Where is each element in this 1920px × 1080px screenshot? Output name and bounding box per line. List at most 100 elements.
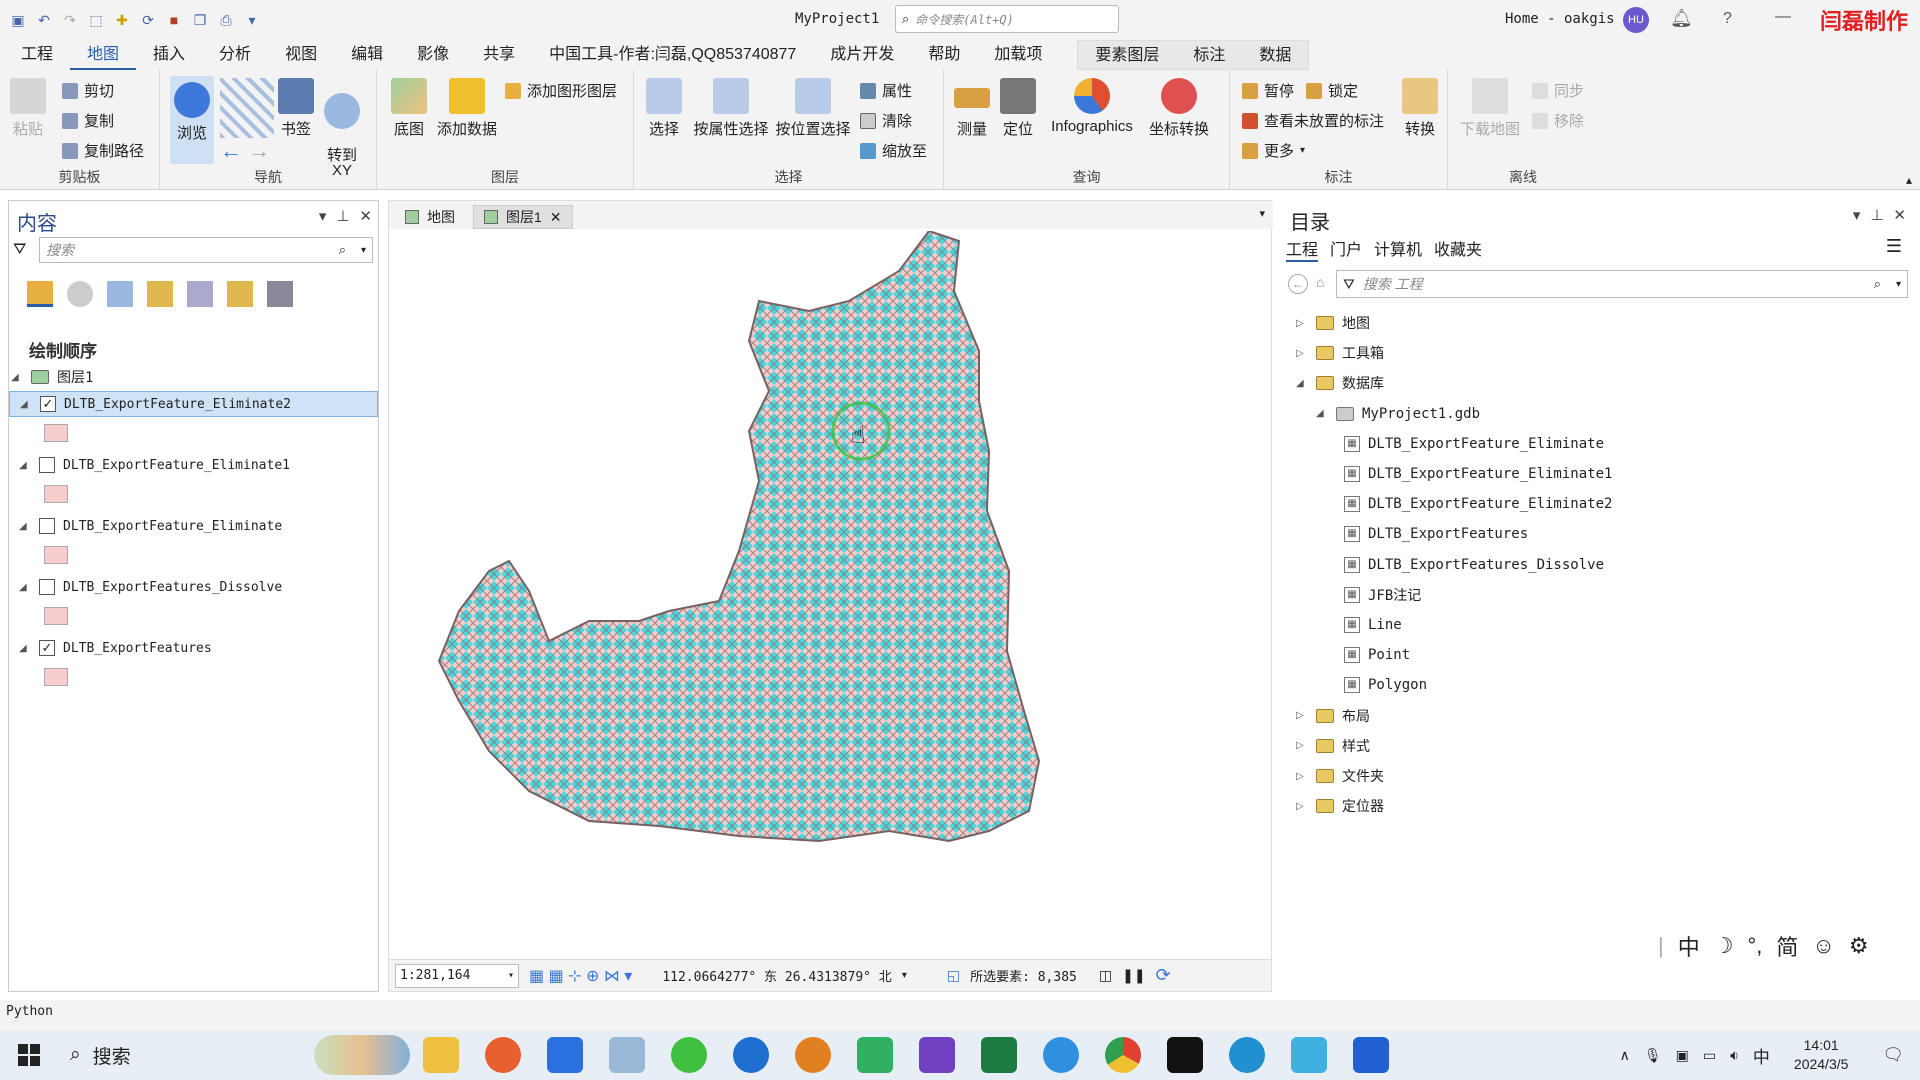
windows-start-icon[interactable] — [18, 1044, 40, 1066]
catalog-item[interactable]: ▦ Polygon — [1344, 674, 1427, 696]
layer-symbol-swatch[interactable] — [44, 546, 68, 564]
edge-icon[interactable] — [1229, 1037, 1265, 1073]
filter-icon[interactable]: ⛛ — [1343, 276, 1355, 293]
catalog-item[interactable]: ◢ 数据库 — [1296, 372, 1384, 394]
catalog-tab-3[interactable]: 收藏夹 — [1434, 236, 1482, 262]
explore-button[interactable]: 浏览 — [170, 76, 214, 164]
catalog-item[interactable]: ▦ DLTB_ExportFeatures_Dissolve — [1344, 554, 1604, 576]
layer-symbol-swatch[interactable] — [44, 485, 68, 503]
tab-6[interactable]: 影像 — [400, 40, 466, 70]
screen-tool-icon[interactable] — [857, 1037, 893, 1073]
perspective-view-icon[interactable] — [267, 281, 293, 307]
lock-labels-button[interactable]: 锁定 — [1306, 80, 1358, 101]
notification-center-icon[interactable]: 🗨︎ — [1882, 1045, 1904, 1065]
home-icon[interactable]: ⌂ — [1316, 274, 1324, 290]
catalog-item[interactable]: ▷ 文件夹 — [1296, 765, 1384, 787]
expanded-arrow-icon[interactable]: ◢ — [1296, 378, 1308, 389]
avatar[interactable]: HU — [1623, 7, 1649, 33]
taskbar-search[interactable]: ⌕ 搜索 — [70, 1035, 410, 1075]
catalog-item[interactable]: ▦ DLTB_ExportFeature_Eliminate1 — [1344, 463, 1612, 485]
app-icon[interactable] — [547, 1037, 583, 1073]
speaker-icon[interactable]: 🔉︎ — [1730, 1047, 1739, 1064]
arcgis-icon[interactable] — [733, 1037, 769, 1073]
chevron-down-icon[interactable]: ▾ — [1896, 279, 1901, 290]
user-name[interactable]: Home - oakgis — [1505, 11, 1615, 27]
collapsed-arrow-icon[interactable]: ▷ — [1296, 318, 1308, 329]
map-tab-0[interactable]: 地图 — [395, 205, 465, 229]
map-canvas[interactable]: ☝ — [389, 231, 1271, 961]
context-tab-2[interactable]: 数据 — [1242, 41, 1308, 71]
search-tool-icon[interactable] — [795, 1037, 831, 1073]
close-tab-icon[interactable]: ✕ — [550, 209, 562, 226]
attributes-button[interactable]: 属性 — [860, 80, 912, 101]
toolbox-icon[interactable]: ■ — [164, 10, 184, 30]
scale-selector[interactable]: 1:281,164 ▾ — [395, 963, 519, 988]
map-node[interactable]: ◢ 图层1 — [11, 367, 93, 387]
tab-11[interactable]: 加载项 — [977, 40, 1059, 70]
layer-visibility-checkbox[interactable]: ✓ — [40, 396, 56, 412]
close-icon[interactable]: ✕ — [359, 207, 372, 225]
tab-0[interactable]: 工程 — [4, 40, 70, 70]
expanded-arrow-icon[interactable]: ◢ — [19, 643, 31, 654]
layer-symbol-swatch[interactable] — [44, 607, 68, 625]
infographics-button[interactable]: Infographics — [1044, 78, 1140, 135]
collapsed-arrow-icon[interactable]: ▷ — [1296, 801, 1308, 812]
back-icon[interactable]: ← — [1288, 274, 1308, 294]
undo-icon[interactable]: ↶ — [34, 10, 54, 30]
hamburger-menu-icon[interactable]: ☰ — [1886, 236, 1902, 257]
catalog-item[interactable]: ▷ 定位器 — [1296, 795, 1384, 817]
gear-icon[interactable]: ⚙ — [1849, 933, 1869, 959]
expanded-arrow-icon[interactable]: ◢ — [19, 582, 31, 593]
catalog-item[interactable]: ◢ MyProject1.gdb — [1316, 403, 1480, 425]
refresh-icon[interactable]: ⟳ — [1156, 965, 1171, 986]
tab-7[interactable]: 共享 — [466, 40, 532, 70]
tab-3[interactable]: 分析 — [202, 40, 268, 70]
pin-icon[interactable]: ⊥ — [1870, 206, 1883, 224]
add-graphics-layer-button[interactable]: 添加图形图层 — [505, 80, 617, 101]
copy-icon[interactable]: ❐ — [190, 10, 210, 30]
show-hidden-icon[interactable]: ∧ — [1620, 1047, 1630, 1064]
command-search[interactable]: ⌕ 命令搜索(Alt+Q) — [895, 5, 1119, 33]
collapse-ribbon-icon[interactable]: ▴ — [1906, 173, 1912, 187]
catalog-item[interactable]: ▦ JFB注记 — [1344, 584, 1421, 606]
sync-button[interactable]: 同步 — [1532, 80, 1584, 101]
expanded-arrow-icon[interactable]: ◢ — [1316, 408, 1328, 419]
collapsed-arrow-icon[interactable]: ▷ — [1296, 710, 1308, 721]
customize-icon[interactable]: ▾ — [242, 10, 262, 30]
bookmarks-button[interactable]: 书签 — [276, 78, 316, 139]
emoji-icon[interactable]: ☺ — [1812, 933, 1834, 959]
coordinate-conversion-button[interactable]: 坐标转换 — [1144, 78, 1214, 139]
catalog-search[interactable]: ⛛ 搜索 工程 ⌕ ▾ — [1336, 270, 1908, 298]
catalog-item[interactable]: ▷ 样式 — [1296, 735, 1370, 757]
tab-1[interactable]: 地图 — [70, 40, 137, 70]
zoom-to-selection-button[interactable]: 缩放至 — [860, 140, 927, 161]
microphone-icon[interactable]: 🎙︎ — [1644, 1047, 1662, 1064]
layer-visibility-checkbox[interactable] — [39, 518, 55, 534]
wechat-icon[interactable] — [671, 1037, 707, 1073]
basemap-button[interactable]: 底图 — [389, 78, 429, 139]
paste-button[interactable]: 粘贴 — [8, 78, 48, 139]
catalog-tab-2[interactable]: 计算机 — [1374, 236, 1422, 262]
moon-icon[interactable]: ☽ — [1714, 933, 1734, 959]
zoom-tools[interactable] — [220, 78, 274, 138]
file-explorer-icon[interactable] — [423, 1037, 459, 1073]
ime-indicator[interactable]: 中 — [1753, 1043, 1770, 1068]
help-app-icon[interactable] — [1043, 1037, 1079, 1073]
data-source-icon[interactable] — [67, 281, 93, 307]
pane-menu-icon[interactable]: ▾ — [319, 207, 327, 225]
add-data-button[interactable]: 添加数据 — [435, 78, 499, 139]
punctuation-icon[interactable]: °, — [1747, 933, 1762, 959]
layer-visibility-checkbox[interactable] — [39, 579, 55, 595]
tab-9[interactable]: 成片开发 — [813, 40, 911, 70]
remove-button[interactable]: 移除 — [1532, 110, 1584, 131]
redo-icon[interactable]: ↷ — [60, 10, 80, 30]
drawing-order-icon[interactable] — [27, 281, 53, 307]
print-icon[interactable]: ⎙ — [216, 10, 236, 30]
contents-search[interactable]: 搜索 ⌕ ▾ — [39, 237, 373, 263]
select-button[interactable]: 选择 — [644, 78, 684, 139]
chrome-icon[interactable] — [1105, 1037, 1141, 1073]
back-forward-icons[interactable]: ← → — [220, 138, 270, 164]
layer-row[interactable]: ◢ ✓ DLTB_ExportFeatures — [9, 635, 378, 661]
pane-controls[interactable]: ▾ ⊥ ✕ — [319, 207, 372, 225]
firefox-icon[interactable] — [485, 1037, 521, 1073]
